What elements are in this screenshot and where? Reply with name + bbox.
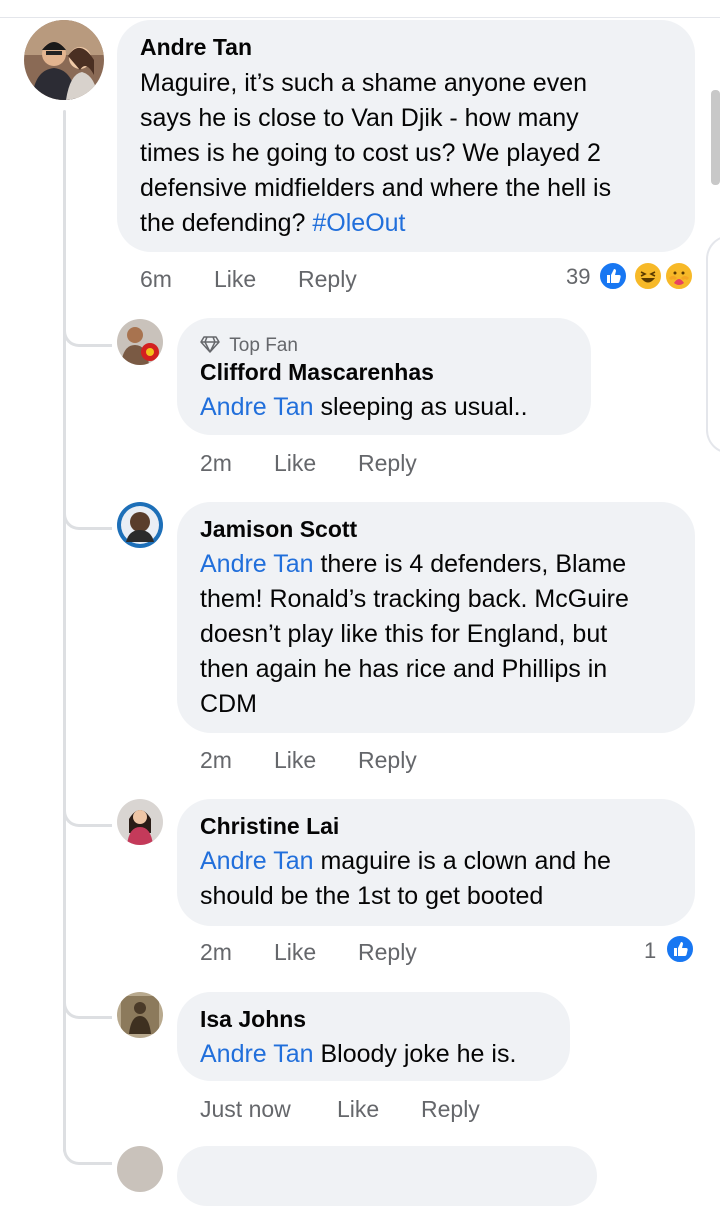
thread-branch [63, 986, 112, 1019]
like-button[interactable]: Like [337, 1096, 379, 1123]
reply-text-line: Andre Tan sleeping as usual.. [200, 390, 528, 425]
reply-text-segment: Bloody joke he is. [313, 1040, 517, 1068]
reply-button[interactable]: Reply [358, 747, 417, 774]
thread-branch [63, 314, 112, 347]
scrollbar[interactable] [711, 90, 720, 185]
comment-text-line: times is he going to cost us? We played … [140, 139, 601, 167]
top-divider [0, 17, 720, 18]
reaction-count[interactable]: 39 [566, 264, 590, 290]
reply-author[interactable]: Jamison Scott [200, 516, 357, 543]
mention-link[interactable]: Andre Tan [200, 1040, 314, 1068]
avatar[interactable] [117, 1146, 163, 1192]
like-icon[interactable] [598, 261, 628, 291]
reply-text-segment: there is 4 defenders, Blame [313, 550, 627, 578]
reply-button[interactable]: Reply [358, 450, 417, 477]
comment-text-segment: the defending? [140, 209, 306, 237]
avatar[interactable] [117, 319, 163, 365]
comment-text-line: defensive midfielders and where the hell… [140, 174, 612, 202]
reply-text-line: CDM [200, 690, 257, 718]
reply-timestamp[interactable]: 2m [200, 747, 232, 774]
reply-text-line: then again he has rice and Phillips in [200, 655, 608, 683]
comment-timestamp[interactable]: 6m [140, 266, 172, 293]
reply-button[interactable]: Reply [421, 1096, 480, 1123]
reply-button[interactable]: Reply [358, 939, 417, 966]
like-button[interactable]: Like [274, 747, 316, 774]
reply-text-line: doesn’t play like this for England, but [200, 620, 608, 648]
mention-link[interactable]: Andre Tan [200, 393, 314, 421]
like-button[interactable]: Like [274, 939, 316, 966]
avatar[interactable] [117, 799, 163, 845]
comment-text-line: says he is close to Van Djik - how many [140, 104, 579, 132]
reply-timestamp[interactable]: 2m [200, 450, 232, 477]
comment-author[interactable]: Andre Tan [140, 34, 252, 61]
avatar[interactable] [24, 20, 104, 100]
thread-branch [63, 794, 112, 827]
reply-text-segment: sleeping as usual.. [313, 393, 528, 421]
reply-bubble [177, 1146, 597, 1206]
reply-author[interactable]: Christine Lai [200, 813, 339, 840]
like-button[interactable]: Like [274, 450, 316, 477]
avatar[interactable] [117, 502, 163, 548]
reply-text-line: Andre Tan maguire is a clown and he [200, 844, 611, 879]
top-fan-badge: Top Fan [200, 335, 298, 359]
reply-author[interactable]: Clifford Mascarenhas [200, 359, 434, 386]
reply-text-line: Andre Tan there is 4 defenders, Blame [200, 547, 626, 582]
haha-icon[interactable] [633, 261, 663, 291]
like-icon[interactable] [665, 934, 695, 964]
like-button[interactable]: Like [214, 266, 256, 293]
reply-author[interactable]: Isa Johns [200, 1006, 306, 1033]
comment-text-last-line: the defending? #OleOut [140, 206, 406, 241]
comment-text-line: Maguire, it’s such a shame anyone even [140, 69, 588, 97]
thread-branch [63, 497, 112, 530]
care-icon[interactable] [664, 261, 694, 291]
avatar[interactable] [117, 992, 163, 1038]
reply-text-line: should be the 1st to get booted [200, 882, 544, 910]
reply-text-line: them! Ronald’s tracking back. McGuire [200, 585, 629, 613]
side-panel-edge [706, 235, 720, 454]
reply-timestamp[interactable]: Just now [200, 1096, 291, 1123]
diamond-icon [200, 335, 220, 359]
hashtag-link[interactable]: #OleOut [312, 209, 405, 237]
reply-text-segment: maguire is a clown and he [313, 847, 611, 875]
reply-timestamp[interactable]: 2m [200, 939, 232, 966]
reply-text-line: Andre Tan Bloody joke he is. [200, 1037, 516, 1072]
thread-branch [63, 1142, 112, 1165]
reaction-count[interactable]: 1 [644, 938, 656, 964]
reply-button[interactable]: Reply [298, 266, 357, 293]
top-fan-label: Top Fan [229, 335, 298, 356]
mention-link[interactable]: Andre Tan [200, 550, 314, 578]
mention-link[interactable]: Andre Tan [200, 847, 314, 875]
